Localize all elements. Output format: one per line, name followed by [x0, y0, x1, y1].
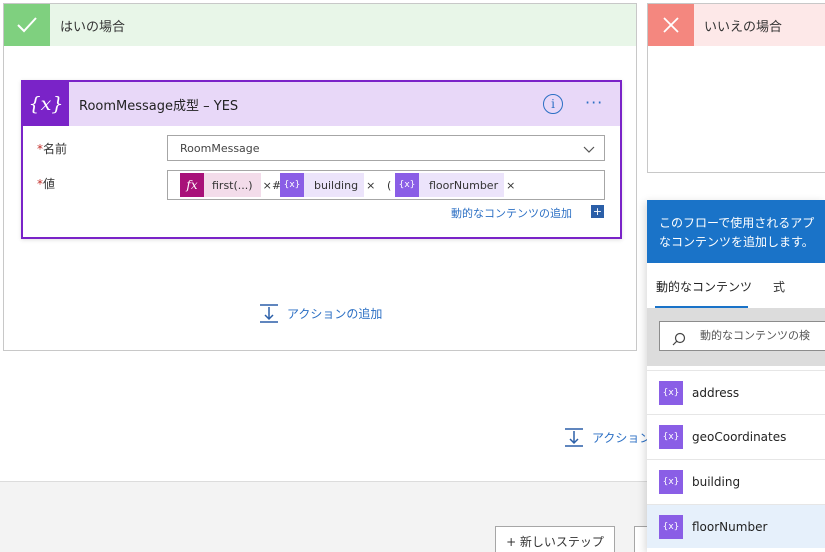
variable-icon: {x} — [395, 173, 419, 197]
variable-icon: {x} — [280, 173, 304, 197]
insert-action-icon — [565, 428, 583, 447]
add-action-label: アクション — [592, 430, 652, 445]
variable-icon: {x} — [659, 469, 683, 494]
expression-token[interactable]: fx first(...) × — [180, 173, 272, 197]
add-dynamic-content-link[interactable]: 動的なコンテンツの追加 — [451, 205, 572, 221]
add-action-button-outer[interactable]: アクション — [564, 427, 651, 447]
yes-branch: はいの場合 {x} RoomMessage成型 – YES i ··· *名前 … — [3, 3, 637, 351]
info-icon[interactable]: i — [543, 94, 563, 114]
add-action-button[interactable]: アクションの追加 — [259, 303, 382, 323]
insert-action-icon — [260, 304, 278, 323]
separator-text: ( — [387, 179, 392, 192]
more-options-icon[interactable]: ··· — [585, 93, 603, 112]
action-card-title: RoomMessage成型 – YES — [79, 99, 239, 114]
new-step-button[interactable]: + 新しいステップ — [495, 526, 615, 552]
tab-expression[interactable]: 式 — [773, 278, 785, 295]
dynamic-item-address[interactable]: {x} address — [647, 370, 825, 414]
dynamic-item-label: geoCoordinates — [692, 429, 787, 444]
no-branch-header[interactable]: いいえの場合 — [648, 4, 825, 46]
set-variable-action-card: {x} RoomMessage成型 – YES i ··· *名前 RoomMe… — [21, 80, 622, 239]
dynamic-item-geocoordinates[interactable]: {x} geoCoordinates — [647, 414, 825, 458]
dynamic-item-building[interactable]: {x} building — [647, 459, 825, 503]
add-action-label: アクションの追加 — [287, 306, 383, 321]
panel-tabs: 動的なコンテンツ 式 — [647, 263, 825, 308]
search-icon — [672, 329, 686, 350]
add-dynamic-content-icon[interactable]: + — [591, 205, 604, 218]
variable-icon: {x} — [659, 514, 683, 539]
value-field-label: *値 — [37, 177, 56, 191]
dynamic-content-panel: このフローで使用されるアプ なコンテンツを追加します。 動的なコンテンツ 式 動… — [647, 200, 825, 552]
dynamic-content-search-input[interactable]: 動的なコンテンツの検 — [659, 321, 825, 351]
name-field-label: *名前 — [37, 142, 68, 156]
dynamic-content-panel-header: このフローで使用されるアプ なコンテンツを追加します。 — [647, 200, 825, 263]
dynamic-item-floornumber[interactable]: {x} floorNumber — [647, 504, 825, 548]
action-card-header[interactable]: {x} RoomMessage成型 – YES i ··· — [23, 82, 620, 126]
name-select-value: RoomMessage — [180, 142, 260, 155]
dynamic-item-label: building — [692, 474, 741, 489]
search-placeholder: 動的なコンテンツの検 — [700, 329, 810, 342]
value-input[interactable]: fx first(...) × # {x} building × ( {x} f… — [167, 170, 605, 200]
tab-dynamic-content[interactable]: 動的なコンテンツ — [656, 278, 752, 295]
remove-token-icon[interactable]: × — [364, 179, 375, 192]
yes-branch-title: はいの場合 — [60, 20, 126, 35]
variable-icon: {x} — [659, 424, 683, 449]
remove-token-icon[interactable]: × — [261, 179, 272, 192]
remove-token-icon[interactable]: × — [504, 179, 515, 192]
panel-header-line-1: このフローで使用されるアプ — [659, 216, 815, 230]
close-icon — [648, 4, 694, 46]
variable-icon: {x} — [659, 380, 683, 405]
check-icon — [4, 4, 50, 46]
flow-designer-canvas: はいの場合 {x} RoomMessage成型 – YES i ··· *名前 … — [0, 0, 825, 552]
panel-header-line-2: なコンテンツを追加します。 — [659, 235, 814, 249]
dynamic-item-label: address — [692, 385, 740, 400]
no-branch-title: いいえの場合 — [704, 20, 783, 35]
token-label: first(...) — [204, 173, 261, 197]
token-label: floorNumber — [419, 173, 505, 197]
dynamic-content-token[interactable]: {x} floorNumber × — [395, 173, 515, 197]
dynamic-content-token[interactable]: {x} building × — [280, 173, 375, 197]
chevron-down-icon — [582, 141, 596, 160]
name-select[interactable]: RoomMessage — [167, 135, 605, 161]
variable-icon: {x} — [23, 82, 69, 126]
function-icon: fx — [180, 173, 204, 197]
dynamic-item-label: floorNumber — [692, 519, 768, 534]
panel-search-area: 動的なコンテンツの検 — [647, 308, 825, 366]
yes-branch-header[interactable]: はいの場合 — [4, 4, 636, 46]
token-label: building — [304, 173, 365, 197]
no-branch: いいえの場合 — [647, 3, 825, 173]
